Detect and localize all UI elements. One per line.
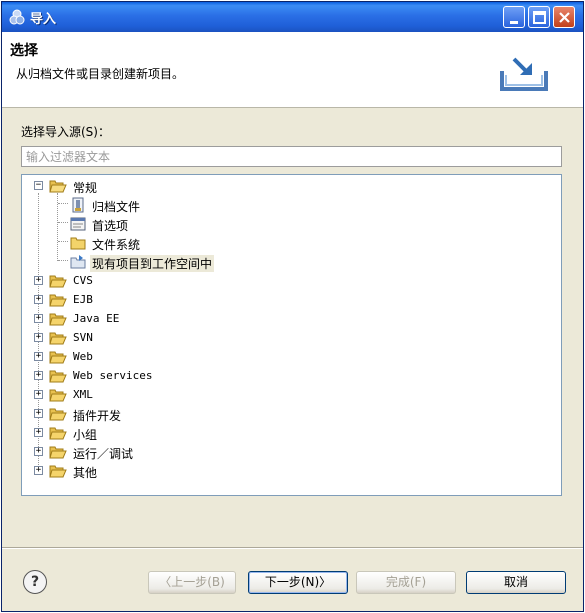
tree-item-label: 现有项目到工作空间中	[90, 255, 215, 272]
tree-item-label: 小组	[73, 428, 98, 442]
maximize-icon	[533, 11, 546, 24]
tree-item-file-system[interactable]: 文件系统	[22, 234, 561, 253]
import-source-label: 选择导入源(S)：	[21, 125, 110, 139]
open-folder-icon	[49, 313, 67, 326]
close-button[interactable]	[553, 6, 575, 28]
expand-icon[interactable]: +	[34, 409, 43, 418]
app-icon	[9, 9, 25, 25]
tree-item-category[interactable]: + SVN	[22, 329, 561, 348]
tree-item-label: EJB	[73, 293, 93, 306]
expand-icon[interactable]: +	[34, 390, 43, 399]
maximize-button[interactable]	[528, 6, 550, 28]
open-folder-icon	[49, 389, 67, 402]
finish-button[interactable]: 完成(F)	[356, 571, 456, 594]
open-folder-icon	[49, 294, 67, 307]
tree-item-category[interactable]: + EJB	[22, 291, 561, 310]
tree-item-category[interactable]: + Web services	[22, 367, 561, 386]
tree-item-label: 插件开发	[73, 409, 122, 423]
open-folder-icon	[49, 408, 67, 421]
import-dialog: 导入 选择 从归档文件或目录创建新项目。 选择导入源(S)： 输入过滤器文本 −…	[1, 1, 584, 612]
tree-item-category[interactable]: + 小组	[22, 424, 561, 443]
back-button[interactable]: 〈上一步(B)	[148, 571, 236, 594]
open-folder-icon	[49, 180, 67, 193]
tree-item-label: 归档文件	[92, 200, 141, 214]
archive-file-icon	[72, 197, 84, 213]
expand-icon[interactable]: +	[34, 428, 43, 437]
folder-icon	[70, 237, 86, 250]
window-title: 导入	[30, 12, 57, 27]
tree-item-label: SVN	[73, 331, 93, 344]
expand-icon[interactable]: +	[34, 276, 43, 285]
open-folder-icon	[49, 370, 67, 383]
minimize-icon	[510, 21, 518, 24]
tree-item-label: 文件系统	[92, 238, 141, 252]
filter-input[interactable]	[21, 146, 562, 167]
minimize-button[interactable]	[503, 6, 525, 28]
tree-item-category[interactable]: + CVS	[22, 272, 561, 291]
open-folder-icon	[49, 446, 67, 459]
expand-icon[interactable]: +	[34, 447, 43, 456]
cancel-button[interactable]: 取消	[466, 571, 566, 594]
tree-item-label: Java EE	[73, 312, 120, 325]
tree-item-category[interactable]: + XML	[22, 386, 561, 405]
import-banner-icon	[500, 57, 548, 91]
expand-icon[interactable]: +	[34, 314, 43, 323]
tree-item-label: 首选项	[92, 219, 129, 233]
import-source-tree[interactable]: − 常规 归档文件 首选项 文件系统 现有项目到工作空间中 + CVS + EJ…	[21, 174, 562, 496]
tree-item-label: 常规	[73, 181, 98, 195]
next-button[interactable]: 下一步(N)〉	[248, 571, 348, 594]
button-bar-separator	[2, 547, 583, 549]
tree-item-label: 运行／调试	[73, 447, 134, 461]
tree-item-label: Web services	[73, 369, 153, 382]
tree-item-archive-file[interactable]: 归档文件	[22, 196, 561, 215]
tree-item-category[interactable]: + 其他	[22, 462, 561, 481]
open-folder-icon	[49, 465, 67, 478]
wizard-header: 选择 从归档文件或目录创建新项目。	[2, 32, 583, 108]
tree-item-category[interactable]: + Java EE	[22, 310, 561, 329]
open-folder-icon	[49, 427, 67, 440]
tree-item-category[interactable]: + 插件开发	[22, 405, 561, 424]
expand-icon[interactable]: +	[34, 333, 43, 342]
expand-icon[interactable]: +	[34, 352, 43, 361]
open-folder-icon	[49, 351, 67, 364]
tree-item-preferences[interactable]: 首选项	[22, 215, 561, 234]
tree-item-category[interactable]: + Web	[22, 348, 561, 367]
tree-item-label: Web	[73, 350, 93, 363]
page-description: 从归档文件或目录创建新项目。	[16, 67, 185, 81]
open-folder-icon	[49, 332, 67, 345]
expand-icon[interactable]: +	[34, 371, 43, 380]
tree-item-existing-projects[interactable]: 现有项目到工作空间中	[22, 253, 561, 272]
tree-item-label: XML	[73, 388, 93, 401]
collapse-icon[interactable]: −	[34, 181, 43, 190]
project-folder-icon	[70, 255, 86, 269]
open-folder-icon	[49, 275, 67, 288]
expand-icon[interactable]: +	[34, 466, 43, 475]
tree-item-label: CVS	[73, 274, 93, 287]
title-bar[interactable]: 导入	[2, 2, 583, 32]
tree-item-general[interactable]: − 常规	[22, 177, 561, 196]
help-button[interactable]: ?	[23, 570, 47, 594]
expand-icon[interactable]: +	[34, 295, 43, 304]
page-title: 选择	[10, 43, 38, 59]
tree-item-label: 其他	[73, 466, 98, 480]
preferences-icon	[70, 217, 86, 231]
close-icon	[559, 12, 570, 23]
tree-item-category[interactable]: + 运行／调试	[22, 443, 561, 462]
